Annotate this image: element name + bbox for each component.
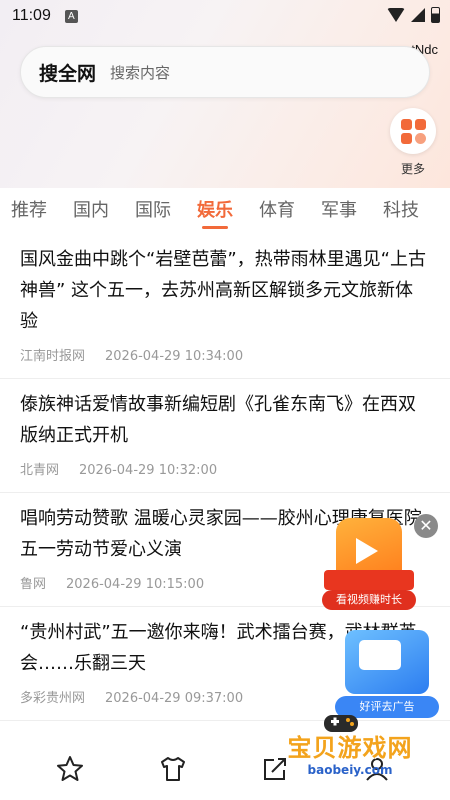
grid-icon xyxy=(390,108,436,154)
tab-technology[interactable]: 科技 xyxy=(383,188,419,234)
wifi-icon xyxy=(387,8,405,22)
close-icon[interactable]: ✕ xyxy=(414,514,438,538)
status-bar: 11:09 A xyxy=(0,0,450,32)
news-title: 傣族神话爱情故事新编短剧《孔雀东南飞》在西双版纳正式开机 xyxy=(20,394,416,446)
search-input[interactable]: 搜索内容 xyxy=(110,62,170,83)
news-source: 北青网 xyxy=(20,463,60,478)
news-time: 2026-04-29 10:15:00 xyxy=(66,577,205,592)
gift-icon xyxy=(324,570,414,590)
search-bar[interactable]: 搜全网 搜索内容 xyxy=(20,46,430,98)
news-time: 2026-04-29 10:34:00 xyxy=(105,349,244,364)
video-ad-label: 看视频赚时长 xyxy=(322,590,416,610)
tab-domestic[interactable]: 国内 xyxy=(73,188,109,234)
watermark: 宝贝游戏网 baobeiy.com xyxy=(275,728,425,790)
play-icon xyxy=(356,538,378,564)
news-source: 江南时报网 xyxy=(20,349,86,364)
tab-recommend[interactable]: 推荐 xyxy=(11,188,47,234)
tab-international[interactable]: 国际 xyxy=(135,188,171,234)
news-source: 鲁网 xyxy=(20,577,47,592)
status-time: 11:09 xyxy=(12,7,51,24)
star-icon[interactable] xyxy=(55,754,85,784)
tab-sports[interactable]: 体育 xyxy=(259,188,295,234)
review-remove-ads[interactable]: 好评去广告 xyxy=(335,630,439,720)
tab-military[interactable]: 军事 xyxy=(321,188,357,234)
search-brand: 搜全网 xyxy=(39,62,97,85)
notification-icon: A xyxy=(64,9,78,23)
watermark-url: baobeiy.com xyxy=(307,763,393,777)
tab-entertainment[interactable]: 娱乐 xyxy=(197,188,233,234)
news-item[interactable]: 国风金曲中跳个“岩壁芭蕾”，热带雨林里遇见“上古神兽” 这个五一，去苏州高新区解… xyxy=(0,234,450,379)
more-label: 更多 xyxy=(400,162,425,176)
signal-icon xyxy=(411,8,425,22)
news-item[interactable]: 傣族神话爱情故事新编短剧《孔雀东南飞》在西双版纳正式开机 北青网 2026-04-… xyxy=(0,379,450,493)
news-time: 2026-04-29 09:37:00 xyxy=(105,691,244,706)
shirt-icon[interactable] xyxy=(158,754,188,784)
news-source: 多彩贵州网 xyxy=(20,691,86,706)
status-icons xyxy=(387,7,440,23)
category-tabs: 推荐 国内 国际 娱乐 体育 军事 科技 xyxy=(0,188,450,234)
watermark-text: 宝贝游戏网 xyxy=(287,734,413,762)
screen-icon xyxy=(359,640,401,670)
news-title: 国风金曲中跳个“岩壁芭蕾”，热带雨林里遇见“上古神兽” 这个五一，去苏州高新区解… xyxy=(20,249,426,332)
more-button[interactable]: 更多 xyxy=(390,108,436,178)
video-reward-ad[interactable]: 看视频赚时长 xyxy=(322,518,416,610)
news-time: 2026-04-29 10:32:00 xyxy=(79,463,218,478)
news-meta: 北青网 2026-04-29 10:32:00 xyxy=(20,451,430,492)
battery-icon xyxy=(431,7,440,23)
news-meta: 江南时报网 2026-04-29 10:34:00 xyxy=(20,337,430,378)
